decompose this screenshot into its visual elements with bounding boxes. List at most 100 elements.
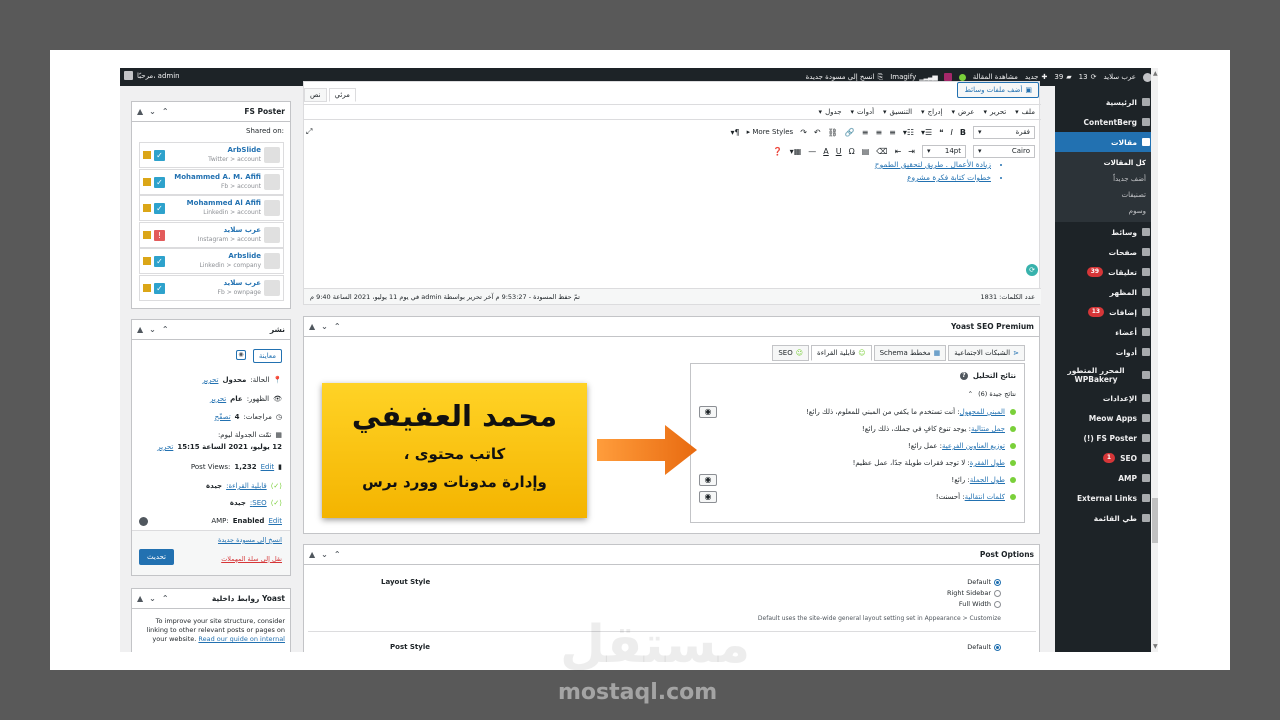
updates-link[interactable]: 13 ⟳ (1079, 73, 1097, 81)
external-icon[interactable]: ◉ (236, 350, 246, 360)
size-select[interactable]: 14pt ▾ (922, 144, 966, 158)
special-char-icon[interactable]: Ω (849, 147, 855, 156)
new-content-menu[interactable]: جديد ✚ (1025, 73, 1048, 81)
editor-menu-item[interactable]: التنسيق (890, 108, 913, 116)
preview-button[interactable]: معاينة (252, 349, 282, 363)
content-list-item[interactable]: خطوات كتابة فكرة مشروع (304, 173, 991, 182)
warning-icon[interactable]: ! (154, 229, 165, 241)
align-right-icon[interactable]: ≡ (889, 128, 896, 137)
submenu-item[interactable]: أضف جديداً (1055, 171, 1158, 187)
eye-icon[interactable]: ◉ (699, 474, 717, 486)
sidebar-item[interactable]: أعضاء (1055, 322, 1158, 342)
fs-account-row[interactable]: Arbslide Linkedin > company ✓ (139, 248, 284, 274)
edit-icon[interactable] (143, 257, 151, 265)
sidebar-item[interactable]: ContentBerg (1055, 112, 1158, 132)
result-link[interactable]: طول الجملة (970, 476, 1005, 484)
sidebar-item[interactable]: صفحات (1055, 242, 1158, 262)
sidebar-item[interactable]: المظهر (1055, 282, 1158, 302)
browse-revisions-link[interactable]: تصفّح (215, 413, 231, 421)
sidebar-item[interactable]: إضافات 13 (1055, 302, 1158, 322)
eye-icon[interactable]: ◉ (699, 406, 717, 418)
edit-status-link[interactable]: تحرير (202, 376, 218, 384)
sidebar-item[interactable]: تعليقات 39 (1055, 262, 1158, 282)
fs-account-row[interactable]: Mohammed Al Afifi Linkedin > account ✓ (139, 195, 284, 221)
indent-icon[interactable]: ⇥ (908, 147, 915, 156)
unlink-icon[interactable]: ⛓ (828, 128, 838, 137)
italic-icon[interactable]: I (951, 128, 953, 137)
clear-format-icon[interactable]: ⌫ (876, 147, 887, 156)
editor-menu-item[interactable]: ملف (1022, 108, 1035, 116)
align-center-icon[interactable]: ≡ (875, 128, 882, 137)
result-link[interactable]: جمل متتالية (971, 425, 1005, 433)
link-icon[interactable]: 🔗 (845, 128, 855, 137)
sidebar-item[interactable]: الرئيسية (1055, 92, 1158, 112)
box-arrows[interactable]: ▲ ⌄ ⌃ (137, 107, 169, 116)
result-link[interactable]: طول الفقرة (970, 459, 1005, 467)
checkbox-checked-icon[interactable]: ✓ (154, 150, 165, 161)
underline-icon[interactable]: U (836, 147, 842, 156)
outdent-icon[interactable]: ⇤ (895, 147, 902, 156)
checkbox-checked-icon[interactable]: ✓ (154, 282, 165, 294)
sidebar-item[interactable]: الإعدادات (1055, 388, 1158, 408)
align-left-icon[interactable]: ≡ (862, 128, 869, 137)
avatar[interactable] (124, 71, 133, 80)
box-arrows[interactable]: ▲ ⌄ ⌃ (309, 322, 341, 331)
sidebar-item[interactable]: FS Poster (!) (1055, 428, 1158, 448)
sidebar-item[interactable]: SEO 1 (1055, 448, 1158, 468)
tab-visual[interactable]: مرئي (328, 88, 356, 102)
submenu-item[interactable]: تصنيفات (1055, 187, 1158, 203)
sidebar-item[interactable]: أدوات (1055, 342, 1158, 362)
fs-account-row[interactable]: عرب سلايد Instagram > account! (139, 221, 284, 248)
quote-icon[interactable]: ❝ (939, 128, 943, 137)
result-link[interactable]: كلمات انتقالية (965, 493, 1005, 501)
good-results-toggle[interactable]: نتائج جيدة (6) ⌃ (968, 390, 1016, 398)
editor-menu-item[interactable]: جدول (825, 108, 841, 116)
layout-option[interactable]: Right Sidebar (947, 588, 1001, 599)
result-link[interactable]: توزيع العناوين الفرعية (942, 442, 1005, 450)
fs-account-row[interactable]: ArbSlide Twitter > account ✓ (139, 142, 284, 168)
post-style-option[interactable]: Default (967, 643, 1001, 651)
submenu-item[interactable]: وسوم (1055, 203, 1158, 219)
submenu-item[interactable]: كل المقالات (1055, 155, 1158, 171)
copy-to-draft-link[interactable]: انسخ إلى مسودة جديدة (218, 536, 282, 544)
eye-icon[interactable]: ◉ (699, 491, 717, 503)
checkbox-checked-icon[interactable]: ✓ (154, 203, 165, 214)
fs-account-row[interactable]: عرب سلايد Fb > ownpage ✓ (139, 274, 284, 301)
edit-views-link[interactable]: Edit (261, 463, 275, 471)
paste-text-icon[interactable]: ▤ (862, 147, 870, 156)
box-arrows[interactable]: ▲ ⌄ ⌃ (309, 550, 341, 559)
editor-content[interactable]: زيادة الأعمال . طريق لتحقيق الطموح خطوات … (304, 160, 1041, 280)
yoast-tab[interactable]: ⋖ الشبكات الاجتماعية (948, 345, 1025, 361)
help-icon[interactable]: ❓ (773, 147, 783, 156)
sidebar-item[interactable]: مقالات (1055, 132, 1158, 152)
layout-option[interactable]: Full Width (947, 599, 1001, 610)
tab-text[interactable]: نص (304, 88, 327, 102)
sidebar-item[interactable]: External Links (1055, 488, 1158, 508)
editor-menu-item[interactable]: عرض (958, 108, 975, 116)
editor-menu-item[interactable]: تحرير (990, 108, 1006, 116)
yoast-admin-menu[interactable] (943, 73, 952, 81)
fullscreen-icon[interactable]: ⤢ (306, 127, 312, 137)
font-select[interactable]: Cairo ▾ (973, 144, 1035, 158)
page-scrollbar[interactable]: ▲ ▼ (1151, 68, 1158, 652)
undo-icon[interactable]: ↶ (814, 128, 821, 137)
edit-visibility-link[interactable]: تحرير (210, 395, 226, 403)
sidebar-item[interactable]: طي القائمة (1055, 508, 1158, 528)
sidebar-item[interactable]: المحرر المتطور WPBakery (1055, 362, 1158, 388)
layout-option[interactable]: Default (947, 577, 1001, 588)
yoast-tab[interactable]: ☺ SEO (772, 345, 810, 361)
edit-icon[interactable] (143, 204, 151, 212)
checkbox-checked-icon[interactable]: ✓ (154, 256, 165, 267)
move-to-trash-link[interactable]: نقل إلى سلة المهملات (221, 555, 282, 563)
yoast-tab[interactable]: ☺ قابلية القراءة (811, 345, 872, 361)
redo-icon[interactable]: ↷ (800, 128, 807, 137)
box-arrows[interactable]: ▲ ⌄ ⌃ (137, 594, 169, 603)
edit-icon[interactable] (143, 151, 151, 159)
format-select[interactable]: فقرة ▾ (973, 125, 1035, 139)
edit-schedule-link[interactable]: تحرير (157, 443, 173, 451)
content-list-item[interactable]: زيادة الأعمال . طريق لتحقيق الطموح (304, 160, 991, 169)
editor-menu-item[interactable]: إدراج (928, 108, 943, 116)
result-link[interactable]: المبني للمجهول (960, 408, 1005, 416)
yoast-tab[interactable]: ▦ مخطط Schema (873, 345, 947, 361)
sidebar-item[interactable]: وسائط (1055, 222, 1158, 242)
